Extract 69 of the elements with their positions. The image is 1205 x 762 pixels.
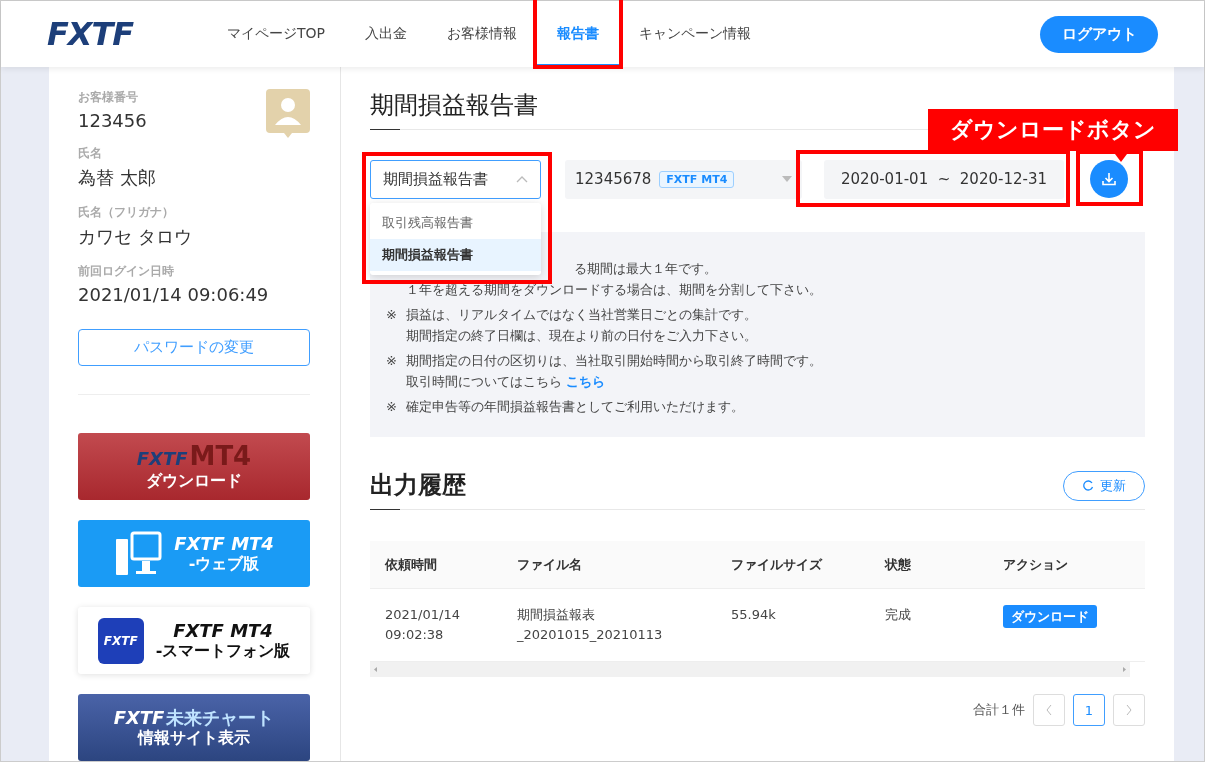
table-cell-text: 期間損益報表 _20201015_20210113 [517,606,664,644]
chevron-left-icon [1045,704,1053,716]
table-cell-text: 完成 [885,606,912,624]
column-header: アクション [1003,555,1069,574]
note-mark: ※ [386,352,398,370]
note-mark: ※ [386,306,398,324]
note-text: １年を超える期間をダウンロードする場合は、期間を分割して下さい。 [406,282,822,297]
field-label: 氏名 [78,145,103,162]
field-label: 氏名（フリガナ） [78,204,175,221]
table-cell-text: 55.94k [731,606,777,624]
refresh-icon [1082,480,1094,492]
field-value: 2021/01/14 09:06:49 [78,284,270,305]
note-text: 期間指定の終了日欄は、現在より前の日付をご入力下さい。 [406,328,757,343]
nav-tab[interactable]: マイページTOP [207,1,345,67]
banner-logo: FXTF MT4 [173,620,273,642]
date-range-field[interactable]: 2020-01-01 ~ 2020-12-31 [824,159,1064,199]
avatar-icon [266,89,310,139]
download-button[interactable] [1090,160,1128,198]
banner-subtitle: ダウンロード [146,472,242,491]
desktop-computer-icon [114,530,163,577]
section-title: 出力履歴 [370,471,466,499]
platform-badge: FXTF MT4 [659,170,735,188]
mt4-download-banner[interactable]: FXTF MT4 ダウンロード [78,433,310,500]
app-icon: FXTF [97,617,144,664]
refresh-button[interactable]: 更新 [1063,471,1145,501]
next-page-button[interactable] [1113,694,1145,726]
chevron-right-icon [1125,704,1133,716]
note-text: 取引時間についてはこちら [406,374,562,389]
fxtf-logo: FXTF [47,15,135,53]
banner-subtitle: 情報サイト表示 [138,728,250,748]
dropdown-arrow-icon [782,176,792,182]
banner-subtitle: -スマートフォン版 [155,641,291,661]
note-mark: ※ [386,398,398,416]
field-value: 123456 [78,110,147,131]
field-value: 為替 太郎 [78,166,157,190]
nav-tab[interactable]: お客様情報 [427,1,537,67]
field-label: お客様番号 [78,89,139,106]
column-header: 依頼時間 [385,555,438,574]
account-select[interactable]: 12345678 FXTF MT4 [565,159,802,199]
column-header: 状態 [885,555,912,574]
field-value: カワセ タロウ [78,225,193,249]
banner-subtitle: -ウェブ版 [188,554,260,574]
total-count: 合計１件 [973,701,1025,719]
column-header: ファイルサイズ [731,555,824,574]
banner-logo: FXTF MT4 [174,533,274,555]
report-type-select[interactable]: 期間損益報告書 [370,159,541,199]
future-chart-banner[interactable]: FXTF未来チャート 情報サイト表示 [78,694,310,761]
note-text: 損益は、リアルタイムではなく当社営業日ごとの集計です。 [406,307,757,322]
horizontal-scrollbar[interactable] [370,662,1130,677]
nav-tab[interactable]: 入出金 [345,1,427,67]
banner-logo: FXTF [113,707,165,729]
note-text: 期間指定の日付の区切りは、当社取引開始時間から取引終了時間です。 [406,353,822,368]
page-title: 期間損益報告書 [370,91,538,119]
previous-page-button[interactable] [1033,694,1065,726]
annotation-callout: ダウンロードボタン [928,109,1178,151]
mt4-smartphone-banner[interactable]: FXTF FXTF MT4 -スマートフォン版 [78,607,310,674]
chevron-icon [516,175,528,183]
banner-title: MT4 [189,442,252,473]
banner-logo: FXTF [136,449,188,471]
dropdown-option[interactable]: 取引残高報告書 [370,206,541,239]
dropdown-option[interactable]: 期間損益報告書 [370,238,541,271]
download-icon [1101,171,1117,187]
note-text: 確定申告等の年間損益報告書としてご利用いただけます。 [406,399,744,414]
column-header: ファイル名 [517,555,583,574]
note-text: る期間は最大１年です。 [574,261,717,276]
table-cell-text: 2021/01/14 09:02:38 [385,606,461,644]
field-label: 前回ログイン日時 [78,263,175,280]
banner-title: 未来チャート [166,707,275,729]
nav-tab[interactable]: キャンペーン情報 [619,1,771,67]
